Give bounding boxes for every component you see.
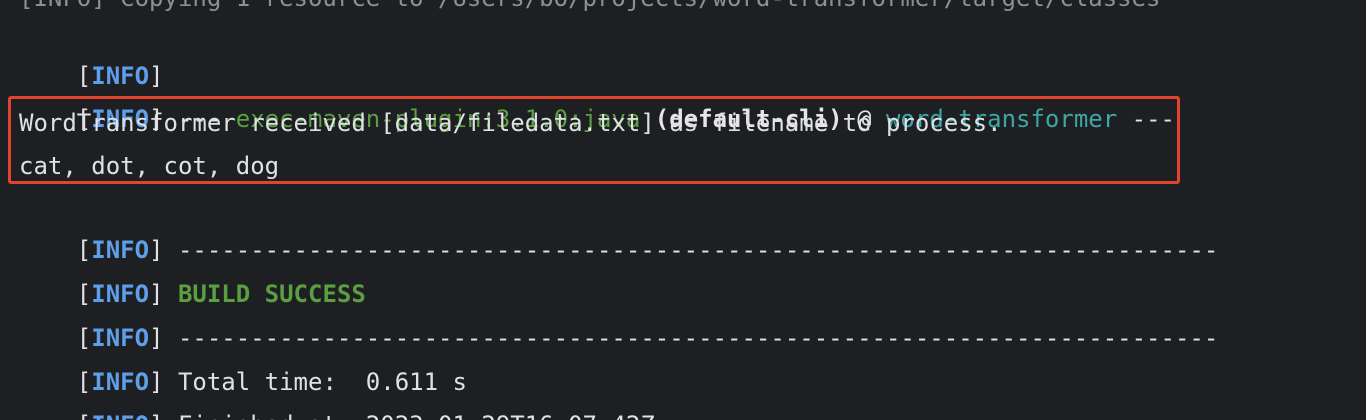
finished-at: Finished at: 2023-01-29T16:07:42Z (164, 411, 655, 420)
console-line-build-success: [INFO] BUILD SUCCESS (76, 280, 366, 308)
highlight-box (8, 96, 1180, 184)
console-line-separator-bottom: [INFO] ---------------------------------… (76, 324, 1219, 352)
console-line-cut: [INFO] Copying 1 resource to /Users/bo/p… (19, 0, 1161, 18)
console-line-finished-at: [INFO] Finished at: 2023-01-29T16:07:42Z (19, 365, 655, 420)
console-line-info-empty: [INFO] (19, 16, 164, 90)
console-line-separator-top: [INFO] ---------------------------------… (76, 236, 1219, 264)
console-line-total-time: [INFO] Total time: 0.611 s (76, 368, 467, 396)
console-line-exec-plugin: [INFO] --- exec-maven-plugin:3.1.0:java … (76, 105, 1175, 133)
console-output: [INFO] Copying 1 resource to /Users/bo/p… (0, 0, 1366, 420)
info-tag: INFO (91, 411, 149, 420)
